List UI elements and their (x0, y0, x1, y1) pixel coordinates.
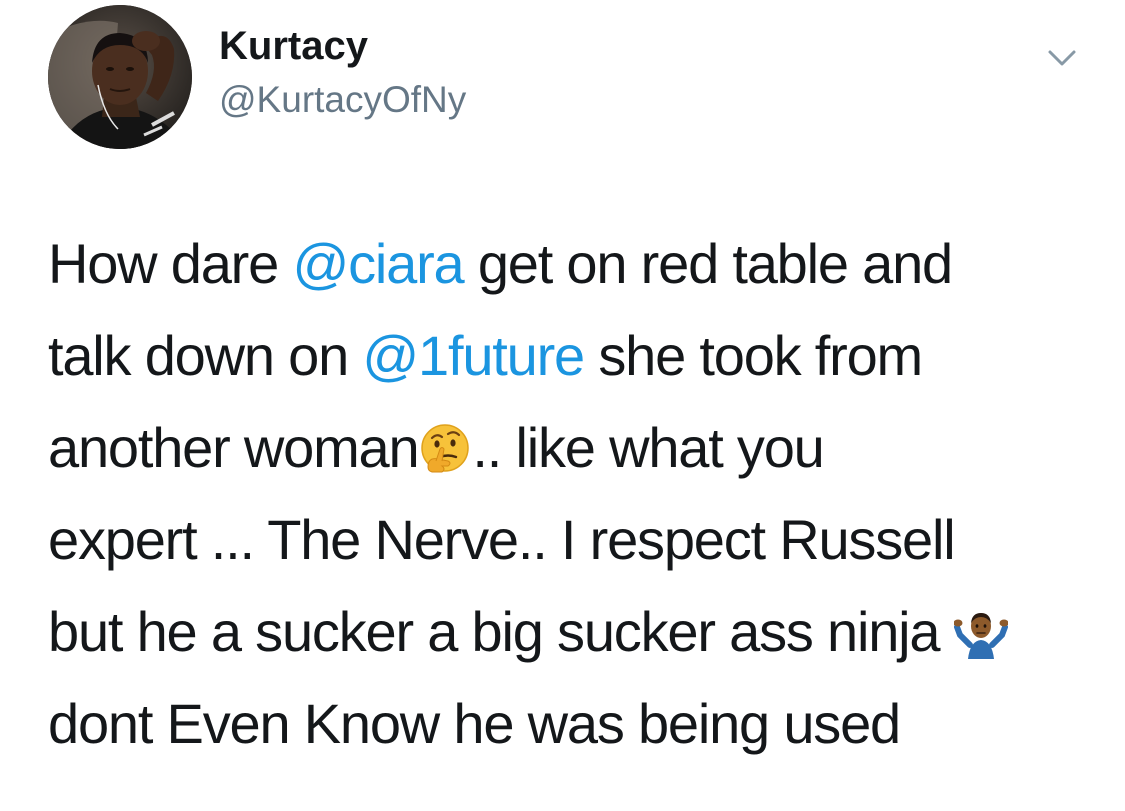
more-options-button[interactable] (1038, 36, 1086, 76)
tweet-text: How dare @ciara get on red table and tal… (48, 218, 1098, 770)
tweet-line: talk down on @1future she took from (48, 310, 1098, 402)
tweet-text-segment: How dare (48, 232, 293, 295)
tweet-text-segment: she took from (583, 324, 923, 387)
display-name[interactable]: Kurtacy (219, 22, 368, 70)
tweet-line: but he a sucker a big sucker ass ninja (48, 586, 1098, 678)
user-handle[interactable]: @KurtacyOfNy (219, 78, 466, 122)
chevron-down-icon (1048, 50, 1076, 66)
tweet-line: dont Even Know he was being used (48, 692, 901, 755)
tweet-text-segment: get on red table and (463, 232, 953, 295)
tweet-line: expert ... The Nerve.. I respect Russell (48, 508, 956, 571)
man-shrugging-emoji (953, 605, 1008, 659)
thinking-face-emoji (418, 421, 472, 475)
tweet: Kurtacy @KurtacyOfNy How dare @ciara get… (0, 0, 1125, 811)
mention-link[interactable]: @1future (362, 324, 585, 387)
tweet-text-segment: another woman (48, 416, 420, 479)
tweet-text-segment: talk down on (48, 324, 363, 387)
mention-link[interactable]: @ciara (292, 232, 464, 295)
tweet-line: another woman .. like what you (48, 402, 1098, 494)
tweet-line: How dare @ciara get on red table and (48, 218, 1098, 310)
tweet-text-segment: but he a sucker a big sucker ass ninja (48, 600, 954, 663)
tweet-text-segment: .. like what you (472, 416, 824, 479)
profile-photo (48, 5, 192, 149)
avatar[interactable] (48, 5, 192, 149)
